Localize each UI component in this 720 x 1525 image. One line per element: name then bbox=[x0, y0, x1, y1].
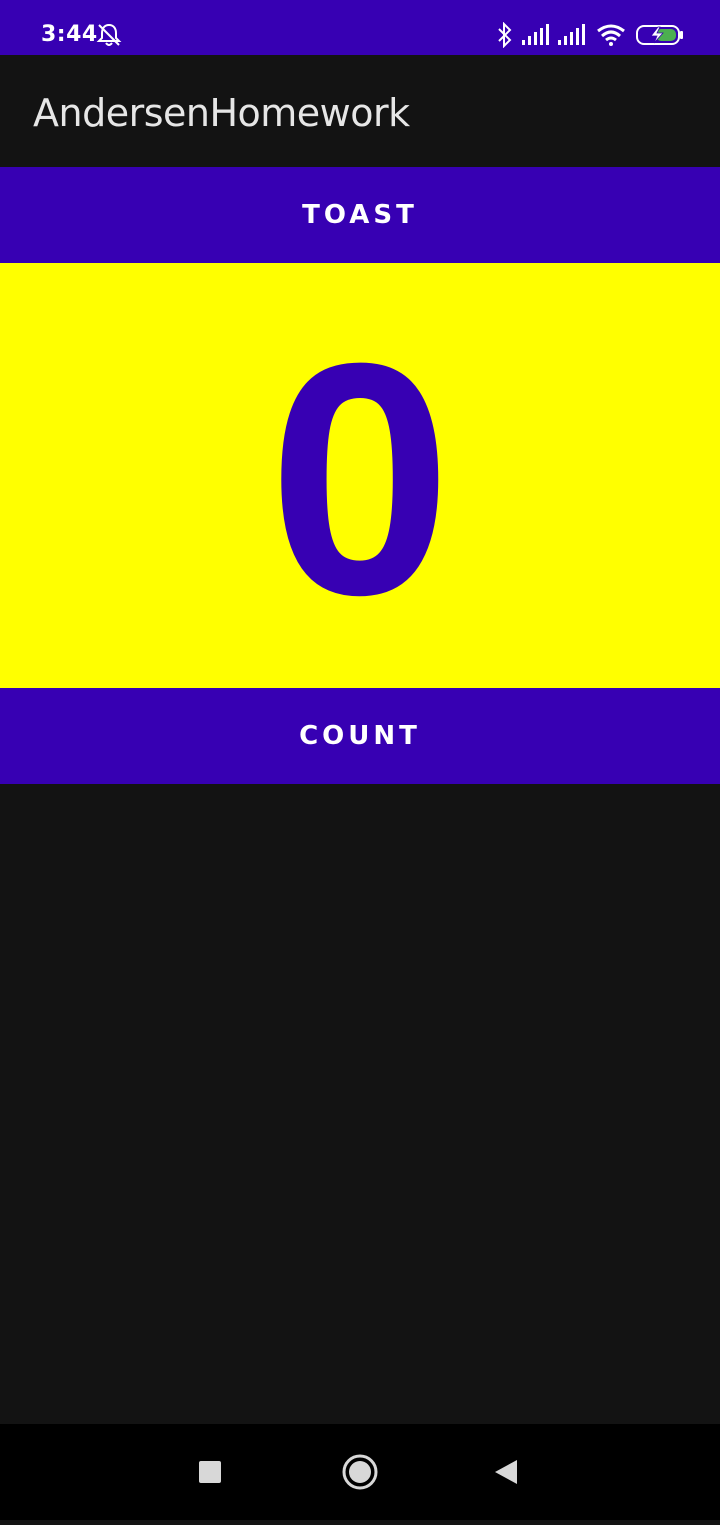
signal-icon bbox=[558, 24, 588, 51]
bluetooth-icon bbox=[496, 21, 514, 53]
recents-square-icon bbox=[199, 1461, 221, 1483]
app-bar: AndersenHomework bbox=[0, 55, 720, 167]
status-time: 3:44 bbox=[41, 22, 98, 47]
back-triangle-icon bbox=[495, 1460, 517, 1484]
status-bar: 3:44 bbox=[0, 0, 720, 55]
counter-panel: 0 bbox=[0, 263, 720, 688]
wifi-icon bbox=[596, 24, 626, 51]
toast-button[interactable]: TOAST bbox=[0, 167, 720, 263]
app-title: AndersenHomework bbox=[33, 91, 410, 135]
home-circle-icon bbox=[342, 1454, 378, 1490]
signal-icon bbox=[522, 24, 552, 51]
count-button[interactable]: COUNT bbox=[0, 688, 720, 784]
recents-button[interactable] bbox=[170, 1424, 250, 1520]
muted-bell-icon bbox=[96, 22, 122, 53]
counter-value: 0 bbox=[268, 293, 452, 663]
navigation-bar bbox=[0, 1424, 720, 1520]
back-button[interactable] bbox=[466, 1424, 546, 1520]
home-button[interactable] bbox=[320, 1424, 400, 1520]
battery-charging-icon bbox=[636, 24, 684, 51]
